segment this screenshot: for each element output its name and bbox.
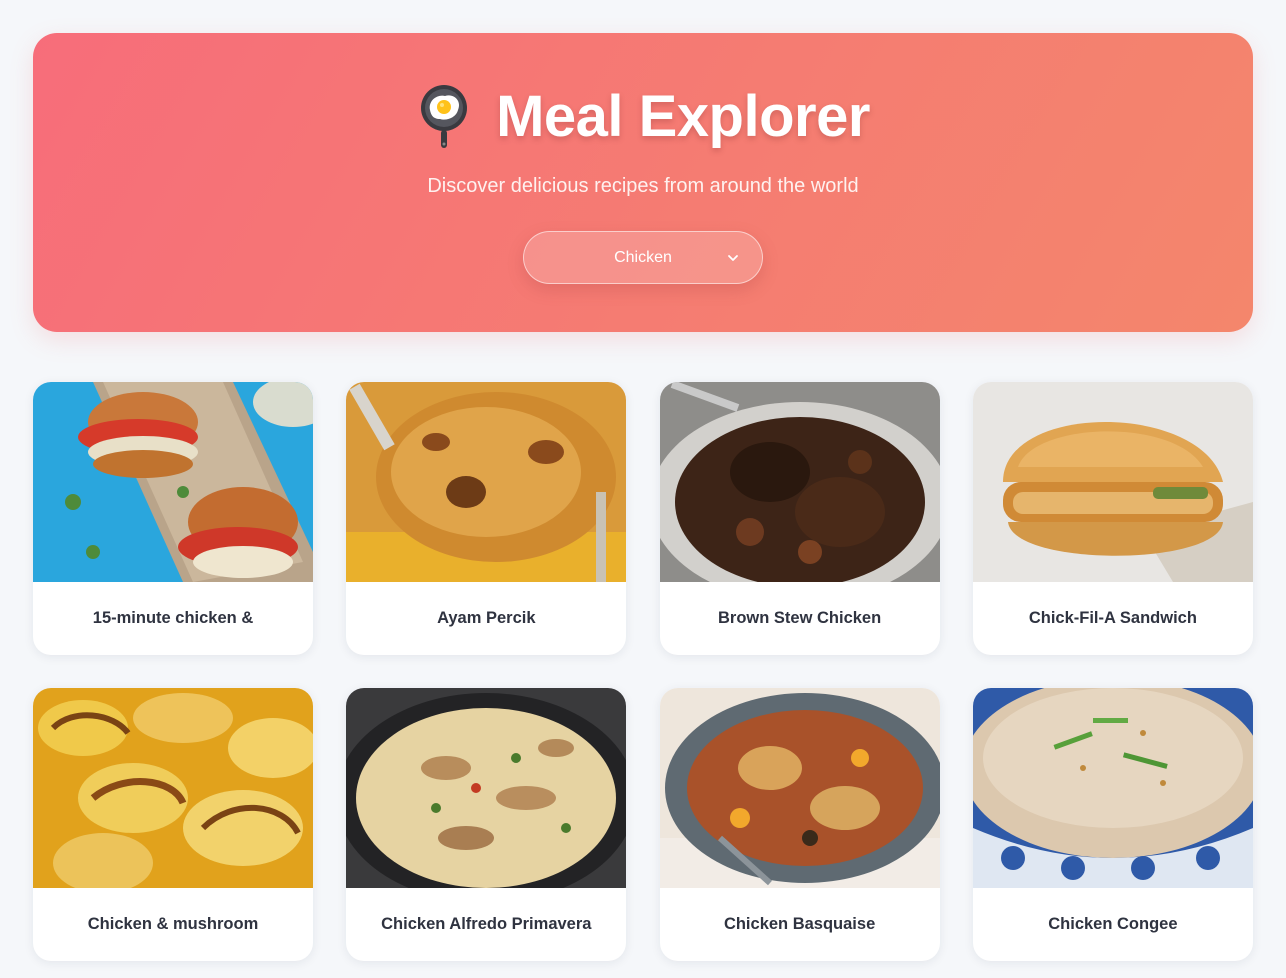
hero-header: Meal Explorer Discover delicious recipes… [33,33,1253,332]
meal-image [659,382,940,582]
meal-card[interactable]: Chicken Basquaise [659,688,940,961]
meal-title: Brown Stew Chicken [717,609,882,627]
meal-card[interactable]: Chick-Fil-A Sandwich [972,382,1253,655]
meal-image [33,382,313,582]
frying-pan-egg-icon [421,84,468,148]
meal-image [346,382,627,582]
chevron-down-icon [728,255,738,261]
meal-card[interactable]: Chicken Alfredo Primavera [346,688,627,961]
meal-title: Chicken Basquaise [723,915,876,933]
meal-card[interactable]: Chicken & mushroom [33,688,313,961]
title-row: Meal Explorer [33,83,1253,150]
meal-title: Chicken Alfredo Primavera [381,915,592,933]
meal-image [659,688,940,888]
meal-card[interactable]: Ayam Percik [346,382,627,655]
category-select-value: Chicken [614,248,672,266]
meal-image [346,688,627,888]
meal-card[interactable]: 15-minute chicken & [33,382,313,655]
meal-title: Chick-Fil-A Sandwich [1028,609,1197,627]
page-title: Meal Explorer [496,84,870,149]
meal-image [972,688,1253,888]
meal-card[interactable]: Brown Stew Chicken [659,382,940,655]
meal-title: Chicken & mushroom [87,915,259,933]
meal-card[interactable]: Chicken Congee [972,688,1253,961]
meal-title: Chicken Congee [1048,915,1178,933]
meal-image [972,382,1253,582]
meal-title: Ayam Percik [437,609,536,627]
category-select[interactable]: Chicken [523,231,763,284]
meal-image [33,688,313,888]
page-subtitle: Discover delicious recipes from around t… [427,175,859,197]
meal-grid: 15-minute chicken & Ayam Percik Brown St… [33,382,1253,961]
meal-title: 15-minute chicken & [92,609,254,627]
